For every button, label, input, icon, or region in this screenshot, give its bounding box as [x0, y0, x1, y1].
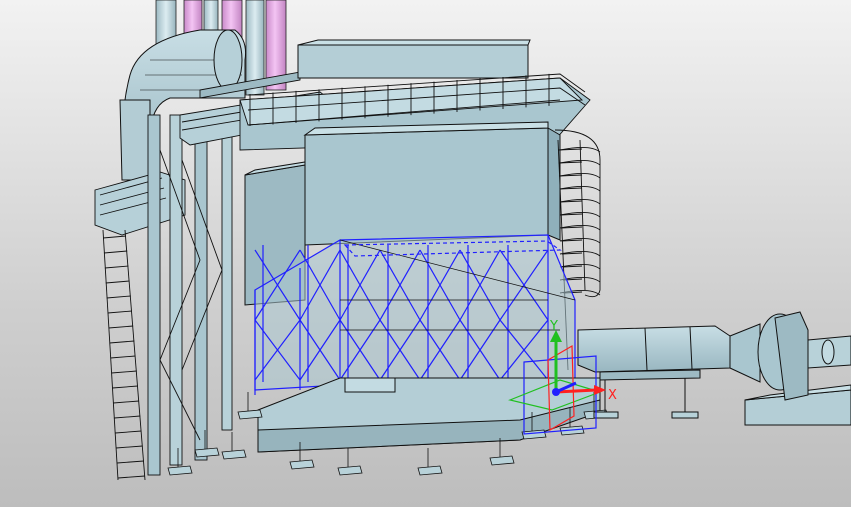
ladder-rung: [117, 460, 144, 464]
ladder-rung: [110, 355, 136, 359]
triad-y-label: Y: [549, 319, 558, 334]
foot-plate: [194, 447, 220, 458]
exhaust-fan-unit[interactable]: [744, 311, 851, 426]
ladder-rung: [103, 250, 128, 254]
triad-origin[interactable]: [552, 388, 560, 396]
ladder-rung: [116, 445, 143, 449]
ladder-rung: [104, 265, 129, 269]
ladder-rung: [105, 280, 130, 284]
ladder-rung: [114, 415, 141, 419]
ladder-rung: [102, 235, 127, 239]
foot-plate: [221, 449, 247, 460]
foot-plate: [417, 465, 443, 476]
foot-plate: [489, 455, 515, 466]
foot-plate: [521, 429, 547, 440]
foot-plate: [237, 409, 263, 420]
ladder-rung: [107, 310, 132, 314]
roof-housing[interactable]: [297, 39, 531, 79]
ladder-rung: [113, 400, 140, 404]
ladder-rung: [112, 385, 138, 389]
support-columns[interactable]: [147, 114, 233, 476]
ladder-rung: [106, 295, 131, 299]
foot-plate: [289, 459, 315, 470]
model-scene[interactable]: X Y: [0, 0, 851, 507]
foot-plate: [167, 465, 193, 476]
outlet-duct[interactable]: [577, 323, 761, 419]
triad-x-label: X: [608, 388, 617, 403]
ladder-rung: [108, 325, 134, 329]
3d-model-viewport[interactable]: X Y: [0, 0, 851, 507]
ladder-rung: [115, 430, 142, 434]
foot-plate: [337, 465, 363, 476]
ladder-rung: [109, 340, 135, 344]
ladder-rung: [111, 370, 137, 374]
ladder-rung: [117, 475, 146, 479]
